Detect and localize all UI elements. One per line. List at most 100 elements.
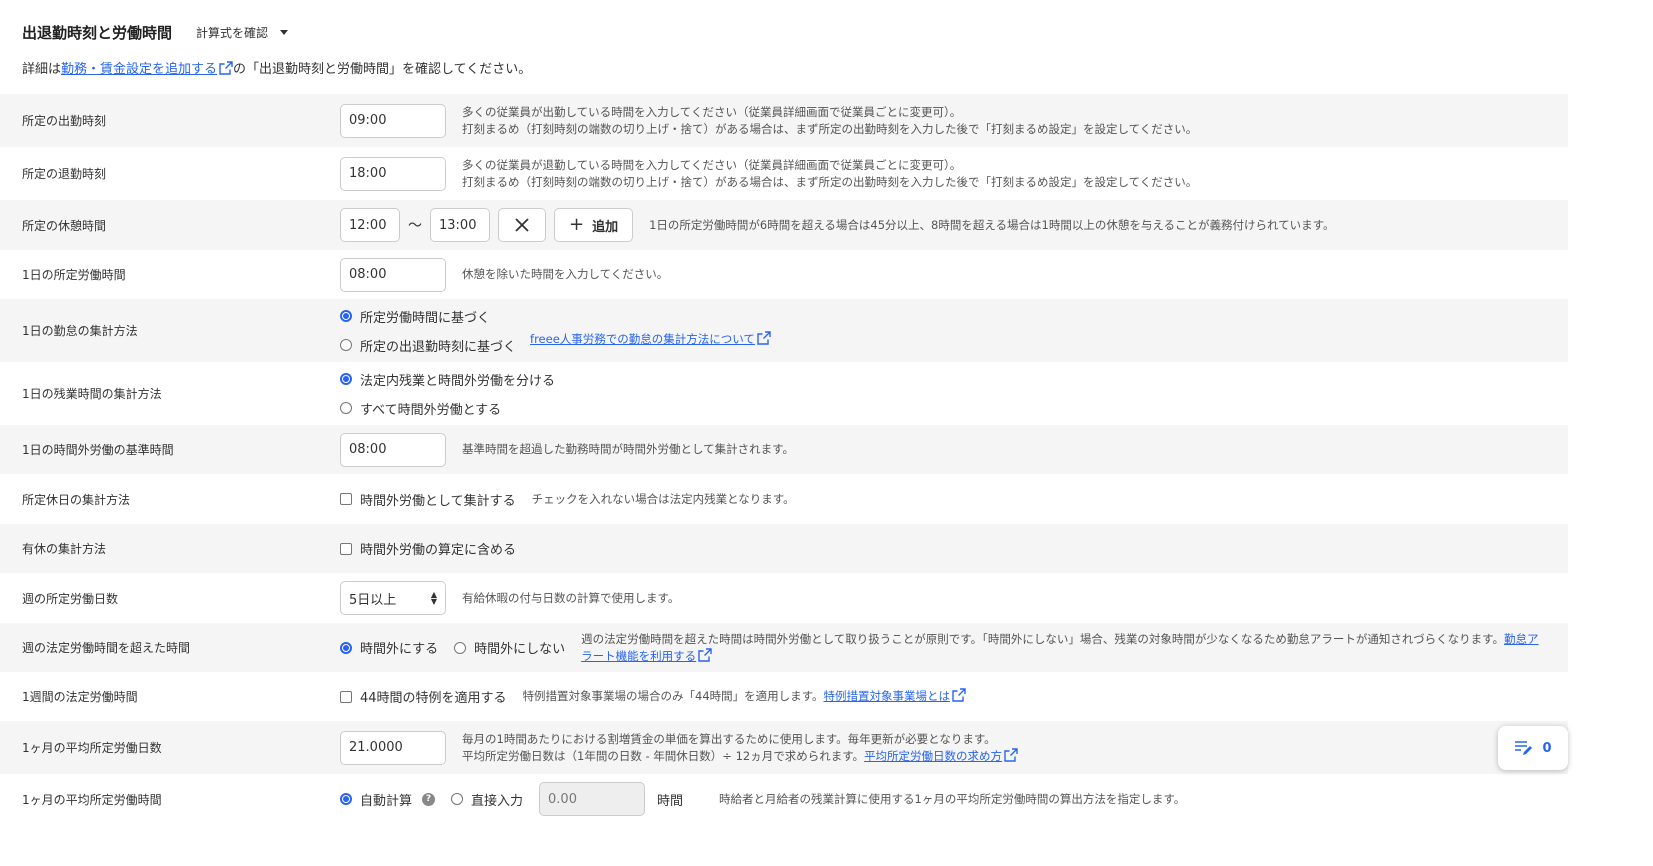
attendance-method-help-link[interactable]: freee人事労務での勤怠の集計方法について xyxy=(530,332,755,346)
section-header: 出退勤時刻と労働時間 計算式を確認 xyxy=(22,20,289,44)
attendance-option-times[interactable]: 所定の出退勤時刻に基づく xyxy=(340,336,516,355)
radio-selected[interactable] xyxy=(340,641,352,654)
break-start-input[interactable]: 12:00 xyxy=(340,208,400,242)
row-label: 1日の残業時間の集計方法 xyxy=(22,387,162,401)
end-time-input[interactable]: 18:00 xyxy=(340,156,446,191)
paid-leave-checkbox[interactable]: 時間外労働の算定に含める xyxy=(340,539,516,558)
row-description: 多くの従業員が出勤している時間を入力してください（従業員詳細画面で従業員ごとに変… xyxy=(462,104,1197,138)
desc-line-2: 平均所定労働日数は（1年間の日数 - 年間休日数）÷ 12ヵ月で求められます。 xyxy=(462,748,865,763)
row-overtime-method: 1日の残業時間の集計方法 法定内残業と時間外労働を分ける すべて時間外労働とする xyxy=(0,362,1568,425)
intro-after: の「出退勤時刻と労働時間」を確認してください。 xyxy=(233,62,532,77)
row-label: 週の所定労働日数 xyxy=(22,591,119,606)
special-business-link[interactable]: 特例措置対象事業場とは xyxy=(824,689,951,703)
remove-break-button[interactable] xyxy=(498,208,546,242)
external-link-icon xyxy=(219,61,233,75)
monthly-days-help-link[interactable]: 平均所定労働日数の求め方 xyxy=(864,749,1002,763)
monthly-hours-input[interactable]: 0.00 xyxy=(539,782,646,816)
checkbox[interactable] xyxy=(340,542,352,555)
radio-unselected[interactable] xyxy=(454,641,467,654)
checkbox[interactable] xyxy=(340,690,352,703)
row-description: 時給者と月給者の残業計算に使用する1ヶ月の平均所定労働時間の算出方法を指定します… xyxy=(719,791,1186,806)
desc-text: 特例措置対象事業場の場合のみ「44時間」を適用します。 xyxy=(522,689,824,703)
radio-selected[interactable] xyxy=(340,310,352,322)
row-label: 1ヶ月の平均所定労働時間 xyxy=(22,792,162,807)
row-label: 1ヶ月の平均所定労働日数 xyxy=(22,741,162,755)
desc-line-1: 多くの従業員が出勤している時間を入力してください（従業員詳細画面で従業員ごとに変… xyxy=(462,104,962,119)
external-link-icon xyxy=(952,688,966,702)
overtime-option-all[interactable]: すべて時間外労働とする xyxy=(340,399,555,418)
break-end-input[interactable]: 13:00 xyxy=(430,208,490,242)
row-description: 多くの従業員が退勤している時間を入力してください（従業員詳細画面で従業員ごとに変… xyxy=(462,157,1197,191)
row-daily-hours: 1日の所定労働時間 08:00 休憩を除いた時間を入力してください。 xyxy=(0,250,1568,299)
radio-unselected[interactable] xyxy=(451,793,464,805)
select-arrows-icon: ▲ ▼ xyxy=(430,590,437,606)
row-label: 所定休日の集計方法 xyxy=(22,492,131,507)
row-overtime-base: 1日の時間外労働の基準時間 08:00 基準時間を超過した勤務時間が時間外労働と… xyxy=(0,425,1568,474)
option-label: 所定の出退勤時刻に基づく xyxy=(360,339,517,355)
weekly-days-select[interactable]: 5日以上 ▲ ▼ xyxy=(340,581,446,615)
row-label: 所定の出勤時刻 xyxy=(22,114,107,128)
row-attendance-method: 1日の勤怠の集計方法 所定労働時間に基づく 所定の出退勤時刻に基づく freee… xyxy=(0,299,1568,362)
monthly-hours-option-auto[interactable]: 自動計算 xyxy=(340,790,412,809)
option-label: すべて時間外労働とする xyxy=(360,402,502,418)
attendance-alert-link-cont[interactable]: ラート機能を利用する xyxy=(581,649,696,663)
select-value: 5日以上 xyxy=(349,592,397,608)
monthly-hours-option-manual[interactable]: 直接入力 xyxy=(451,790,523,809)
weekly-over-option-on[interactable]: 時間外にする xyxy=(340,638,438,657)
weekly-over-option-off[interactable]: 時間外にしない xyxy=(454,638,565,657)
row-weekly-over: 週の法定労働時間を超えた時間 時間外にする 時間外にしない 週の法定労働時間を超… xyxy=(0,623,1568,672)
caret-down-icon xyxy=(280,29,289,35)
plus-icon: + xyxy=(569,214,585,235)
option-label: 法定内残業と時間外労働を分ける xyxy=(360,373,556,389)
row-description: 特例措置対象事業場の場合のみ「44時間」を適用します。特例措置対象事業場とは xyxy=(523,688,966,705)
option-label: 時間外にしない xyxy=(474,642,566,657)
desc-line-1: 毎月の1時間あたりにおける割増賃金の単価を算出するために使用します。毎年更新が必… xyxy=(462,731,996,746)
row-weekly-legal: 1週間の法定労働時間 44時間の特例を適用する 特例措置対象事業場の場合のみ「4… xyxy=(0,672,1568,721)
attendance-alert-link[interactable]: 勤怠ア xyxy=(1504,632,1539,646)
external-link-icon xyxy=(698,647,712,662)
row-end-time: 所定の退勤時刻 18:00 多くの従業員が退勤している時間を入力してください（従… xyxy=(0,147,1568,200)
row-label: 1日の勤怠の集計方法 xyxy=(22,324,138,338)
row-description: 有給休暇の付与日数の計算で使用します。 xyxy=(462,590,680,605)
radio-unselected[interactable] xyxy=(340,402,352,414)
radio-unselected[interactable] xyxy=(340,339,352,351)
checkbox[interactable] xyxy=(340,493,352,505)
option-label: 直接入力 xyxy=(471,793,524,809)
row-break-time: 所定の休憩時間 12:00 〜 13:00 + 追加 1日の所定労働時間が6時間… xyxy=(0,200,1568,250)
desc-text: 週の法定労働時間を超えた時間は時間外労働として取り扱うことが原則です。「時間外に… xyxy=(581,631,1505,646)
attendance-option-hours[interactable]: 所定労働時間に基づく xyxy=(340,307,516,326)
special-44h-checkbox[interactable]: 44時間の特例を適用する xyxy=(340,687,507,706)
start-time-input[interactable]: 09:00 xyxy=(340,103,446,138)
memo-fab-button[interactable]: 0 xyxy=(1498,726,1568,770)
row-label: 所定の退勤時刻 xyxy=(22,167,107,181)
desc-line-2: 打刻まるめ（打刻時刻の端数の切り上げ・捨て）がある場合は、まず所定の出勤時刻を入… xyxy=(462,174,1198,189)
row-description: 基準時間を超過した勤務時間が時間外労働として集計されます。 xyxy=(462,442,795,456)
add-work-settings-link[interactable]: 勤務・賃金設定を追加する xyxy=(61,62,217,77)
desc-line-2: 打刻まるめ（打刻時刻の端数の切り上げ・捨て）がある場合は、まず所定の出勤時刻を入… xyxy=(462,121,1198,136)
option-label: 時間外にする xyxy=(360,642,439,657)
option-label: 所定労働時間に基づく xyxy=(360,310,491,326)
external-link-icon xyxy=(757,330,771,345)
monthly-days-input[interactable]: 21.0000 xyxy=(340,730,446,765)
row-monthly-hours: 1ヶ月の平均所定労働時間 自動計算 ? 直接入力 0.00 時間 時給者と月給者… xyxy=(0,774,1568,824)
row-label: 有休の集計方法 xyxy=(22,542,107,556)
calc-formula-button[interactable]: 計算式を確認 xyxy=(196,24,289,41)
holiday-overtime-checkbox[interactable]: 時間外労働として集計する xyxy=(340,490,516,509)
daily-hours-input[interactable]: 08:00 xyxy=(340,257,446,292)
radio-selected[interactable] xyxy=(340,793,352,805)
add-break-label: 追加 xyxy=(592,219,619,235)
add-break-button[interactable]: + 追加 xyxy=(554,208,634,242)
row-description: 1日の所定労働時間が6時間を超える場合は45分以上、8時間を超える場合は1時間以… xyxy=(649,217,1335,232)
calc-formula-label: 計算式を確認 xyxy=(196,25,269,40)
radio-selected[interactable] xyxy=(340,373,352,385)
overtime-option-split[interactable]: 法定内残業と時間外労働を分ける xyxy=(340,370,555,389)
checkbox-label: 44時間の特例を適用する xyxy=(360,691,507,706)
row-label: 1週間の法定労働時間 xyxy=(22,690,138,704)
row-label: 所定の休憩時間 xyxy=(22,218,107,233)
close-icon xyxy=(515,218,529,232)
desc-line-1: 多くの従業員が退勤している時間を入力してください（従業員詳細画面で従業員ごとに変… xyxy=(462,157,962,172)
settings-table: 所定の出勤時刻 09:00 多くの従業員が出勤している時間を入力してください（従… xyxy=(0,94,1568,824)
help-icon[interactable]: ? xyxy=(422,792,436,806)
overtime-base-input[interactable]: 08:00 xyxy=(340,432,446,467)
row-start-time: 所定の出勤時刻 09:00 多くの従業員が出勤している時間を入力してください（従… xyxy=(0,94,1568,147)
